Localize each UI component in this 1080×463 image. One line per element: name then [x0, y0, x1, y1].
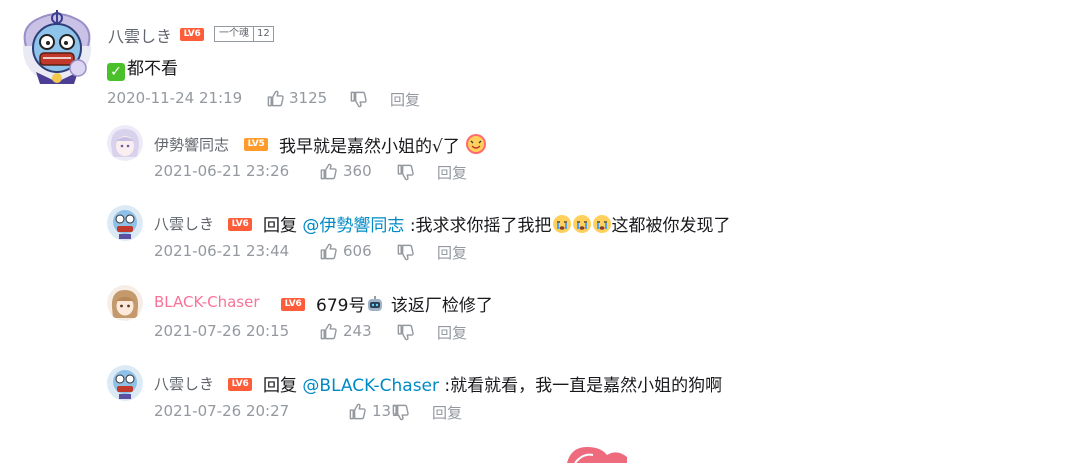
thumbs-up-icon[interactable]	[266, 89, 285, 108]
crying-face-emoji	[592, 215, 611, 233]
mention-link[interactable]: @伊勢響同志	[302, 216, 404, 236]
avatar[interactable]	[107, 205, 143, 241]
sticker-decoration	[567, 447, 627, 463]
username[interactable]: 八雲しき	[154, 373, 214, 394]
reply-time: 2021-07-26 20:27	[154, 402, 290, 420]
level-badge: LV6	[281, 298, 305, 311]
like-count: 360	[343, 162, 372, 180]
fan-badge-level: 12	[253, 27, 273, 41]
level-badge: LV5	[244, 138, 268, 151]
thumbs-up-icon[interactable]	[319, 242, 338, 261]
like-count: 3125	[289, 89, 328, 107]
like-count: 243	[343, 322, 372, 340]
level-badge: LV6	[228, 218, 252, 231]
thumbs-up-icon[interactable]	[319, 162, 338, 181]
check-mark-icon: ✓	[107, 63, 125, 81]
reply-text-suffix: 这都被你发现了	[611, 216, 731, 236]
avatar[interactable]	[107, 125, 143, 161]
reply-time: 2021-07-26 20:15	[154, 322, 290, 340]
reply-text: 我早就是嘉然小姐的√了	[279, 137, 460, 157]
thumbs-down-icon[interactable]	[391, 403, 410, 422]
thumbs-up-icon[interactable]	[319, 322, 338, 341]
reply-text: :就看就看，我一直是嘉然小姐的狗啊	[444, 376, 723, 396]
username[interactable]: 八雲しき	[154, 213, 214, 234]
reply-prefix: 回复	[263, 376, 297, 396]
username[interactable]: 伊勢響同志	[154, 134, 229, 155]
crying-face-emoji	[552, 215, 571, 233]
level-badge: LV6	[228, 378, 252, 391]
like-count: 606	[343, 242, 372, 260]
thumbs-down-icon[interactable]	[396, 163, 415, 182]
reply-button[interactable]: 回复	[437, 242, 467, 263]
fan-badge-name: 一个魂	[219, 28, 249, 39]
reply-content: 我早就是嘉然小姐的√了	[279, 132, 487, 157]
username[interactable]: BLACK-Chaser	[154, 293, 260, 311]
thumbs-up-icon[interactable]	[348, 402, 367, 421]
robot-face-emoji	[368, 296, 383, 311]
reply-text: 679号	[316, 296, 366, 316]
reply-button[interactable]: 回复	[432, 402, 462, 423]
username[interactable]: 八雲しき	[108, 23, 172, 47]
reply-content: 回复 @伊勢響同志 :我求求你摇了我把 这都被你发现了	[263, 211, 731, 236]
reply-content: 679号 该返厂检修了	[316, 291, 493, 316]
reply-time: 2021-06-21 23:26	[154, 162, 290, 180]
avatar[interactable]	[107, 285, 143, 321]
comment-content: ✓ 都不看	[107, 54, 178, 81]
reply-content: 回复 @BLACK-Chaser :就看就看，我一直是嘉然小姐的狗啊	[263, 371, 722, 396]
level-badge: LV6	[180, 28, 204, 41]
comment-text: 都不看	[127, 59, 178, 79]
reply-button[interactable]: 回复	[437, 162, 467, 183]
crying-face-emoji	[572, 215, 591, 233]
mention-link[interactable]: @BLACK-Chaser	[302, 376, 439, 396]
reply-button[interactable]: 回复	[437, 322, 467, 343]
reply-button[interactable]: 回复	[390, 89, 420, 110]
thumbs-down-icon[interactable]	[349, 90, 368, 109]
avatar[interactable]	[107, 365, 143, 401]
fan-badge[interactable]: 一个魂 12	[214, 26, 274, 42]
reply-text: :我求求你摇了我把	[409, 216, 552, 236]
reply-text-suffix: 该返厂检修了	[385, 296, 493, 316]
thumbs-down-icon[interactable]	[396, 243, 415, 262]
heart-face-emoji	[466, 134, 487, 154]
reply-prefix: 回复	[263, 216, 297, 236]
reply-time: 2021-06-21 23:44	[154, 242, 290, 260]
comment-time: 2020-11-24 21:19	[107, 89, 243, 107]
avatar[interactable]	[16, 6, 98, 88]
thumbs-down-icon[interactable]	[396, 323, 415, 342]
